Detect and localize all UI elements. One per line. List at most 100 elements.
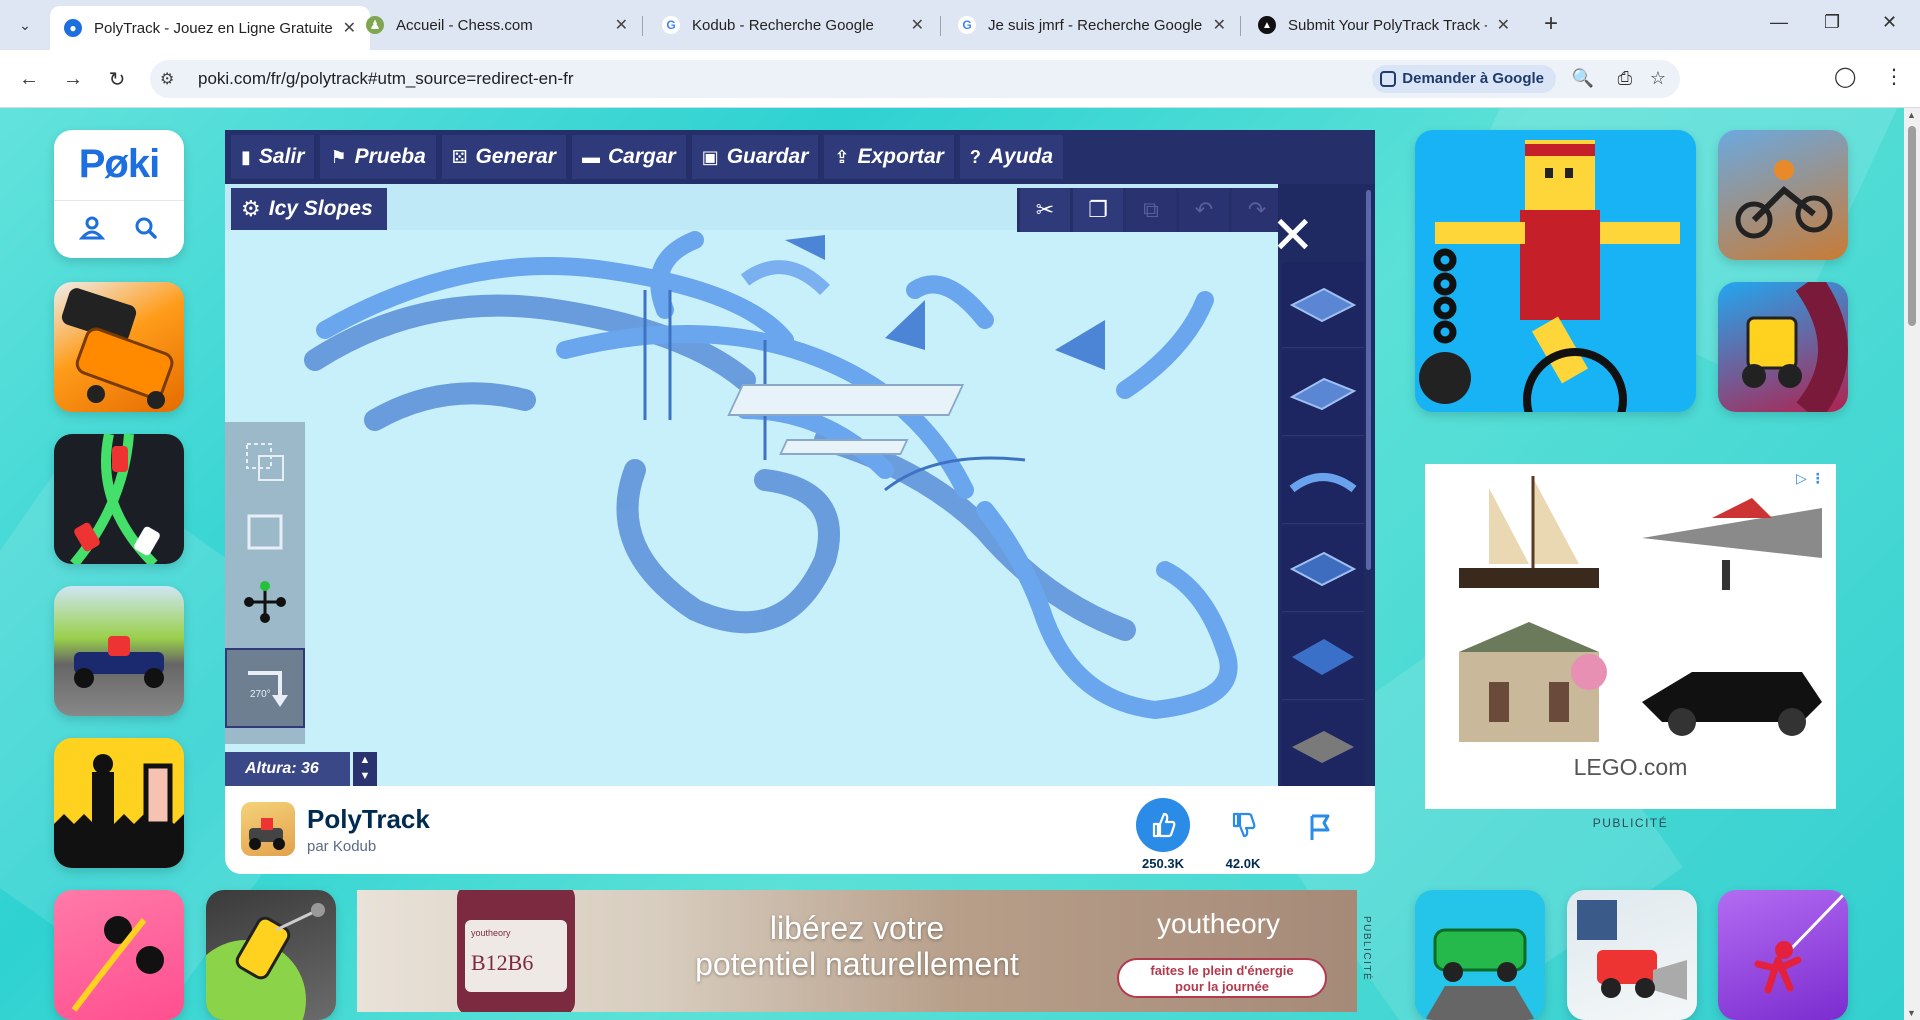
tab-close-icon[interactable]: ✕: [1213, 15, 1226, 35]
tile-piece-icon: [1292, 638, 1354, 675]
lego-batmobile-image[interactable]: [1632, 612, 1832, 752]
new-tab-button[interactable]: +: [1544, 10, 1558, 38]
tab-separator: [940, 16, 941, 36]
profile-icon[interactable]: ◯: [1834, 64, 1856, 89]
drift-thumbnail-icon: [70, 434, 160, 564]
lego-ad-label[interactable]: LEGO.com: [1425, 754, 1836, 781]
pieces-scrollbar[interactable]: [1366, 190, 1371, 570]
help-icon: ?: [969, 146, 981, 167]
copy-icon: ❐: [1088, 197, 1108, 222]
dislike-count: 42.0K: [1225, 856, 1261, 871]
tab-kodub-search[interactable]: G Kodub - Recherche Google ✕: [648, 6, 938, 44]
tab-submit-track[interactable]: ▲ Submit Your PolyTrack Track - Submit ✕: [1244, 6, 1524, 44]
game-card-stickman-swing[interactable]: [1718, 890, 1848, 1020]
restore-button[interactable]: ❐: [1824, 12, 1840, 33]
close-editor-button[interactable]: ✕: [1271, 210, 1315, 262]
area-tool[interactable]: [235, 502, 295, 562]
install-app-icon[interactable]: ⎙: [1618, 68, 1632, 89]
page-scrollbar[interactable]: ▲ ▼: [1904, 108, 1920, 1020]
game-card-snow-plow[interactable]: [1567, 890, 1697, 1020]
game-card-formula-racing[interactable]: [54, 586, 184, 716]
dislike-button[interactable]: [1216, 798, 1270, 852]
menu-ayuda[interactable]: ? Ayuda: [959, 135, 1064, 179]
tab-chess[interactable]: ♟ Accueil - Chess.com ✕: [352, 6, 642, 44]
lego-ship-image[interactable]: [1429, 468, 1629, 608]
crop-icon: [247, 514, 283, 550]
copy-button[interactable]: ❐: [1073, 188, 1123, 232]
poki-logo[interactable]: Pøki: [54, 142, 184, 187]
tab-separator: [1240, 16, 1241, 36]
ask-google-button[interactable]: Demander à Google: [1372, 65, 1556, 93]
game-frame[interactable]: ▮ Salir ⚑ Prueba ⚄ Generar ▬ Cargar ▣ Guardar…: [225, 130, 1375, 786]
menu-prueba[interactable]: ⚑ Prueba: [320, 135, 436, 179]
tab-close-icon[interactable]: ✕: [615, 15, 628, 35]
minimize-button[interactable]: —: [1770, 12, 1788, 33]
undo-button[interactable]: ↶: [1179, 188, 1229, 232]
tab-polytrack[interactable]: ● PolyTrack - Jouez en Ligne Gratuitemen…: [50, 6, 370, 50]
tab-jmrf-search[interactable]: G Je suis jmrf - Recherche Google ✕: [944, 6, 1240, 44]
track-piece-curve[interactable]: [1282, 438, 1364, 524]
back-button[interactable]: ←: [14, 64, 44, 94]
chess-favicon-icon: ♟: [366, 16, 384, 34]
scrollbar-thumb[interactable]: [1908, 126, 1916, 326]
reload-button[interactable]: ↻: [102, 64, 132, 94]
rotate-tool[interactable]: 270°: [225, 648, 305, 728]
scroll-down-icon[interactable]: ▼: [1907, 1008, 1916, 1018]
game-card-drift-cars[interactable]: [54, 434, 184, 564]
banner-brand: youtheory: [1157, 908, 1280, 939]
track-piece-flat[interactable]: [1282, 262, 1364, 348]
tab-close-icon[interactable]: ✕: [1497, 15, 1510, 35]
window-close-button[interactable]: ✕: [1882, 12, 1897, 33]
game-card-police-chase[interactable]: [54, 282, 184, 412]
track-editor-viewport[interactable]: [225, 230, 1278, 786]
flat-piece-icon: [1289, 287, 1357, 322]
bookmark-star-icon[interactable]: ☆: [1650, 68, 1666, 89]
menu-exportar[interactable]: ⇪ Exportar: [824, 135, 954, 179]
game-card-green-car[interactable]: [1415, 890, 1545, 1020]
like-button[interactable]: [1136, 798, 1190, 852]
user-button[interactable]: [74, 210, 110, 246]
track-piece-tile[interactable]: [1282, 614, 1364, 700]
search-button[interactable]: [128, 210, 164, 246]
banner-cta-button[interactable]: faites le plein d'énergie pour la journé…: [1117, 958, 1327, 998]
more-menu-icon[interactable]: ⋮: [1884, 64, 1904, 89]
menu-cargar[interactable]: ▬ Cargar: [571, 135, 686, 179]
tab-separator: [642, 16, 643, 36]
menu-generar[interactable]: ⚄ Generar: [441, 135, 566, 179]
batmobile-icon: [1642, 672, 1822, 736]
youtheory-banner-ad[interactable]: youtheory B12B6 libérez votre potentiel …: [357, 890, 1357, 1012]
game-title: PolyTrack: [307, 804, 430, 834]
cut-button[interactable]: ✂: [1020, 188, 1070, 232]
game-card-yellow-taxi[interactable]: [206, 890, 336, 1020]
report-button[interactable]: [1300, 808, 1340, 848]
zoom-icon[interactable]: 🔍: [1572, 68, 1594, 89]
address-bar[interactable]: ⚙ poki.com/fr/g/polytrack#utm_source=red…: [150, 60, 1680, 98]
lego-museum-image[interactable]: [1429, 612, 1629, 752]
game-card-silhouette[interactable]: [54, 738, 184, 868]
track-piece-base[interactable]: [1282, 702, 1364, 786]
jar-brand: youtheory: [471, 928, 511, 938]
move-tool[interactable]: [235, 572, 295, 632]
track-piece-ramp[interactable]: [1282, 350, 1364, 436]
tab-close-icon[interactable]: ✕: [911, 15, 924, 35]
lego-starship-image[interactable]: [1632, 468, 1832, 608]
game-card-featured-blocky[interactable]: [1415, 130, 1696, 412]
lego-advertisement[interactable]: ▷ ⋮ LEGO.com: [1425, 464, 1836, 809]
track-settings-button[interactable]: ⚙ Icy Slopes: [231, 188, 387, 230]
game-card-rocket-bike[interactable]: [54, 890, 184, 1020]
game-card-monster-truck[interactable]: [1718, 282, 1848, 412]
game-author[interactable]: par Kodub: [307, 838, 376, 855]
track-piece-block[interactable]: [1282, 526, 1364, 612]
menu-guardar[interactable]: ▣ Guardar: [691, 135, 819, 179]
tab-search-button[interactable]: ⌄: [12, 12, 38, 38]
paste-button[interactable]: ⧉: [1126, 188, 1176, 232]
menu-salir[interactable]: ▮ Salir: [231, 135, 315, 179]
scroll-up-icon[interactable]: ▲: [1907, 110, 1916, 120]
game-thumbnail: [241, 802, 295, 856]
forward-button[interactable]: →: [58, 64, 88, 94]
site-info-icon[interactable]: ⚙: [160, 69, 174, 89]
url-text[interactable]: poki.com/fr/g/polytrack#utm_source=redir…: [198, 69, 574, 89]
game-card-moto-stunt[interactable]: [1718, 130, 1848, 260]
select-tool[interactable]: [235, 432, 295, 492]
height-stepper[interactable]: ▲ ▼: [353, 752, 377, 786]
